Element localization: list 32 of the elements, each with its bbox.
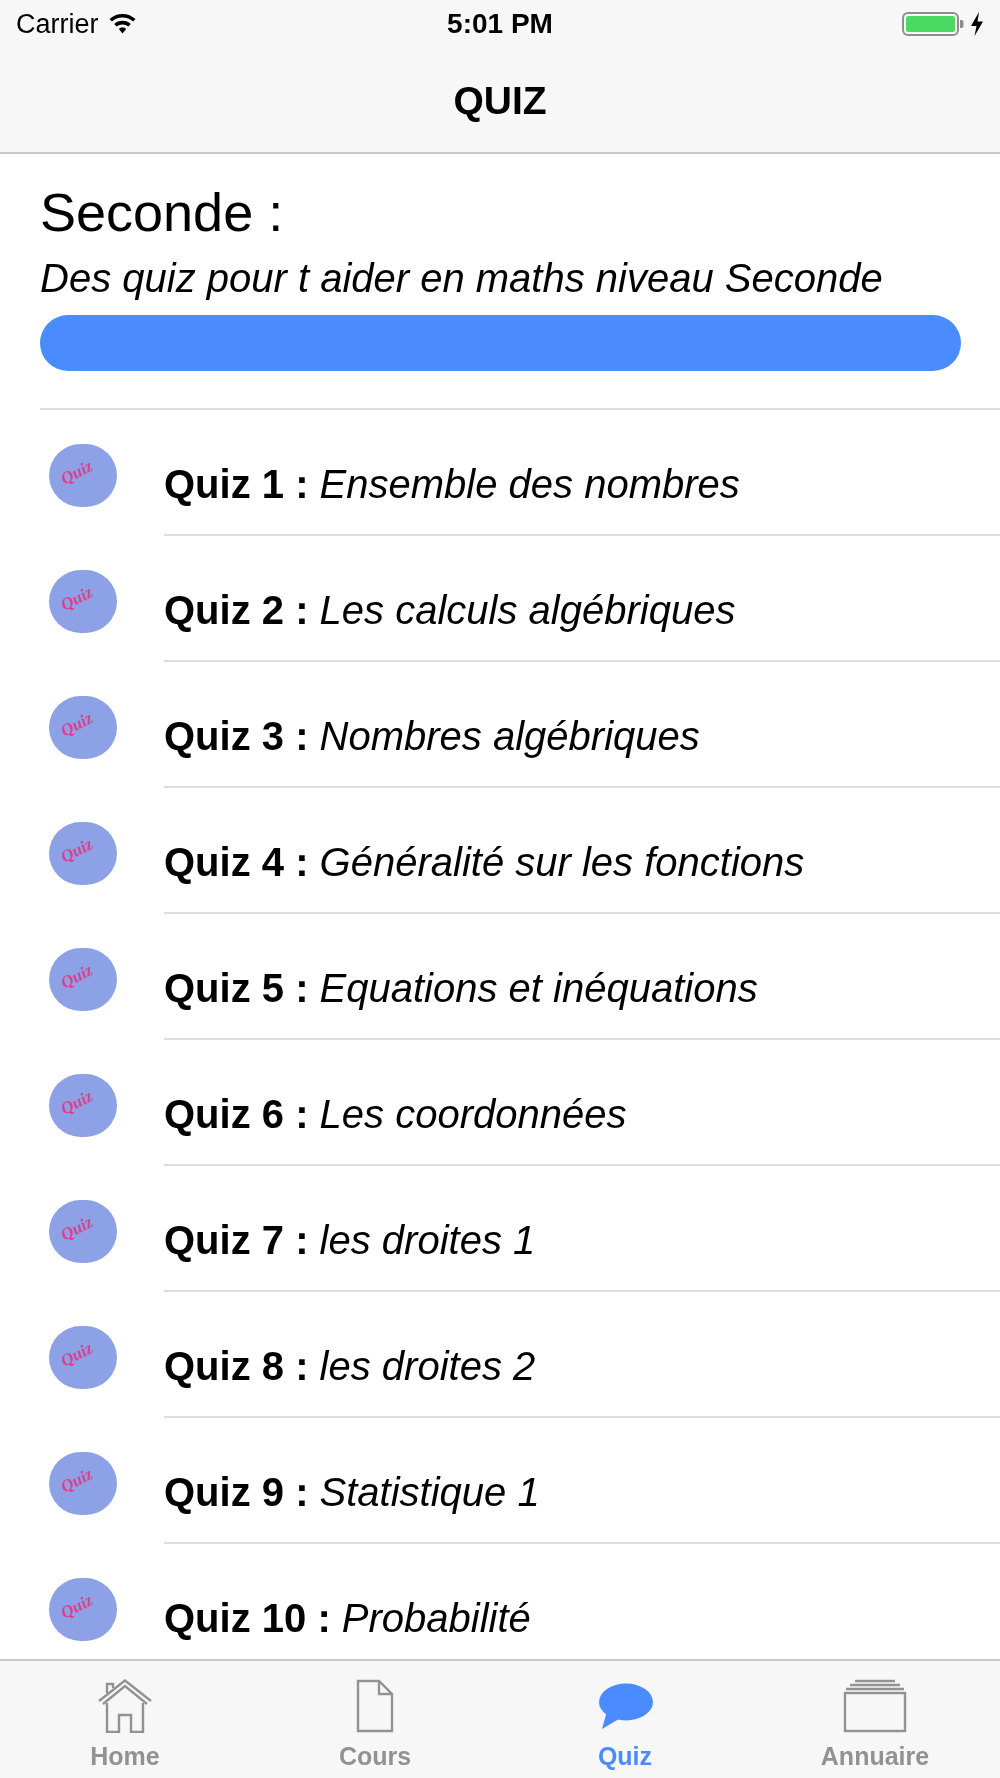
level-subtitle: Des quiz pour t aider en maths niveau Seconde: [40, 255, 883, 301]
quiz-title[interactable]: Quiz 9 : Statistique 1: [164, 1468, 540, 1516]
charging-bolt-icon: [970, 12, 984, 36]
quiz-logo: Quiz: [49, 696, 117, 759]
speech-bubble-icon: [597, 1682, 653, 1730]
quiz-logo: Quiz: [49, 1200, 117, 1263]
quiz-logo: Quiz: [49, 570, 117, 633]
quiz-logo: Quiz: [49, 1578, 117, 1641]
quiz-title[interactable]: Quiz 8 : les droites 2: [164, 1342, 536, 1390]
wifi-icon: [108, 14, 136, 34]
carrier-name: Carrier: [16, 10, 99, 38]
quiz-title[interactable]: Quiz 4 : Généralité sur les fonctions: [164, 838, 805, 886]
quiz-logo: Quiz: [49, 948, 117, 1011]
quiz-logo: Quiz: [49, 1326, 117, 1389]
screen-title: QUIZ: [453, 80, 547, 120]
level-title: Seconde :: [40, 182, 284, 242]
quiz-title[interactable]: Quiz 6 : Les coordonnées: [164, 1090, 627, 1138]
home-icon: [98, 1679, 152, 1733]
battery-icon: [902, 12, 964, 36]
clock-time: 5:01 PM: [447, 10, 553, 38]
quiz-logo: Quiz: [49, 444, 117, 507]
quiz-title[interactable]: Quiz 2 : Les calculs algébriques: [164, 586, 736, 634]
quiz-title[interactable]: Quiz 5 : Equations et inéquations: [164, 964, 758, 1012]
quiz-title[interactable]: Quiz 10 : Probabilité: [164, 1594, 531, 1642]
quiz-logo: Quiz: [49, 822, 117, 885]
card-stack-icon: [843, 1679, 907, 1733]
quiz-title[interactable]: Quiz 3 : Nombres algébriques: [164, 712, 700, 760]
quiz-title[interactable]: Quiz 7 : les droites 1: [164, 1216, 536, 1264]
quiz-logo: Quiz: [49, 1452, 117, 1515]
quiz-logo: Quiz: [49, 1074, 117, 1137]
quiz-title[interactable]: Quiz 1 : Ensemble des nombres: [164, 460, 740, 508]
document-icon: [356, 1679, 394, 1733]
